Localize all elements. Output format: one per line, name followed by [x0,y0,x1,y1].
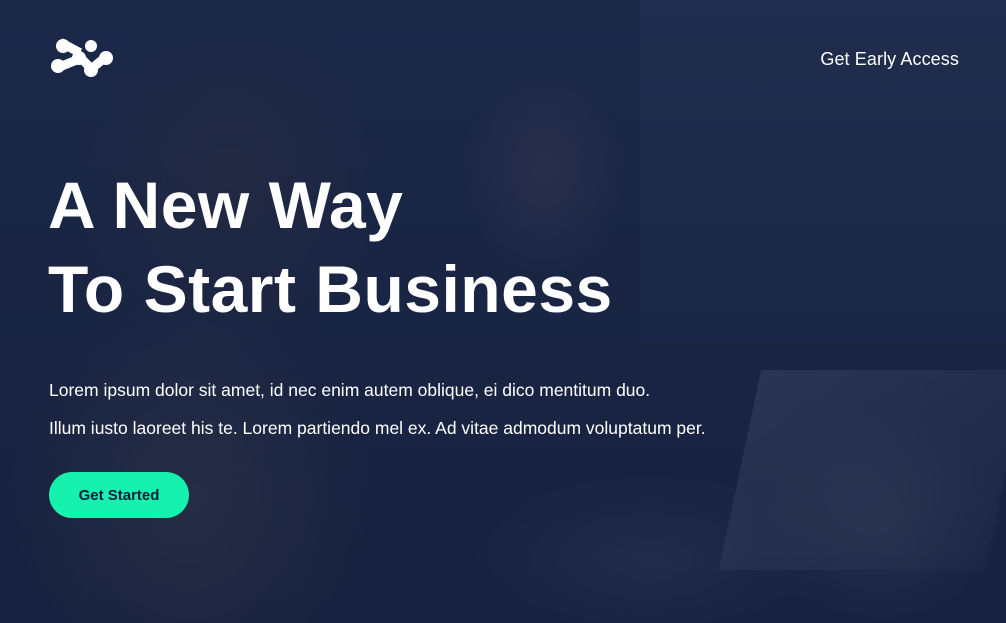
hero-description-line: Illum iusto laoreet his te. Lorem partie… [49,418,706,438]
brand-logo-icon[interactable] [50,38,116,78]
get-started-button[interactable]: Get Started [49,472,189,518]
hero-description: Lorem ipsum dolor sit amet, id nec enim … [49,371,706,447]
hero-title: A New Way To Start Business [48,163,613,331]
hero-description-line: Lorem ipsum dolor sit amet, id nec enim … [49,380,651,400]
get-early-access-link[interactable]: Get Early Access [820,49,959,70]
hero-title-line: A New Way [48,168,404,242]
hero-title-line: To Start Business [48,252,613,326]
